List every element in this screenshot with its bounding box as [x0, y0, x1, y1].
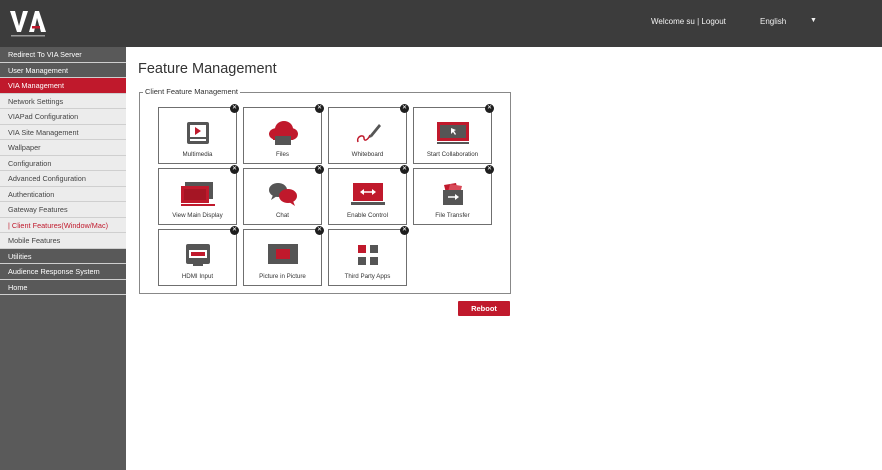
feature-label: Files: [275, 151, 290, 158]
sidebar-item[interactable]: | Client Features(Window/Mac): [0, 217, 126, 233]
close-icon[interactable]: ✕: [400, 104, 409, 113]
enable-control-icon: [350, 181, 386, 212]
feature-label: Multimedia: [182, 151, 213, 158]
feature-label: Chat: [275, 212, 290, 219]
top-bar: Welcome su | Logout English ▼: [0, 0, 882, 47]
sidebar: Redirect To VIA Server User Management VIA…: [0, 47, 126, 470]
close-icon[interactable]: ✕: [315, 104, 324, 113]
main-content: Feature Management Client Feature Manage…: [126, 47, 882, 470]
sidebar-item[interactable]: User Management: [0, 62, 126, 78]
via-logo: [10, 11, 46, 37]
close-icon[interactable]: ✕: [230, 165, 239, 174]
sidebar-item[interactable]: Redirect To VIA Server: [0, 47, 126, 63]
sidebar-item[interactable]: Audience Response System: [0, 264, 126, 280]
feature-label: Start Collaboration: [426, 151, 479, 158]
feature-tile[interactable]: File Transfer ✕: [413, 165, 494, 225]
feature-tile[interactable]: View Main Display ✕: [158, 165, 239, 225]
feature-tile[interactable]: Start Collaboration ✕: [413, 104, 494, 164]
feature-tile[interactable]: Whiteboard ✕: [328, 104, 409, 164]
sidebar-item[interactable]: Utilities: [0, 248, 126, 264]
close-icon[interactable]: ✕: [485, 104, 494, 113]
picture-in-picture-icon: [266, 242, 300, 273]
panel-legend: Client Feature Management: [143, 87, 240, 96]
page-title: Feature Management: [138, 61, 277, 77]
sidebar-item[interactable]: VIA Site Management: [0, 124, 126, 140]
feature-tile[interactable]: Chat ✕: [243, 165, 324, 225]
collaboration-screen-icon: [435, 120, 471, 151]
sidebar-item[interactable]: Configuration: [0, 155, 126, 171]
third-party-apps-icon: [355, 242, 381, 273]
sidebar-item[interactable]: Network Settings: [0, 93, 126, 109]
logout-link[interactable]: Logout: [701, 17, 725, 26]
feature-tile[interactable]: HDMI Input ✕: [158, 226, 239, 286]
feature-label: Whiteboard: [351, 151, 384, 158]
main-display-icon: [179, 181, 217, 212]
feature-tile[interactable]: Files ✕: [243, 104, 324, 164]
welcome-area: Welcome su | Logout: [651, 17, 726, 26]
sidebar-item[interactable]: Advanced Configuration: [0, 171, 126, 187]
feature-label: View Main Display: [172, 212, 223, 219]
feature-label: Enable Control: [347, 212, 388, 219]
close-icon[interactable]: ✕: [230, 226, 239, 235]
sidebar-item[interactable]: VIAPad Configuration: [0, 109, 126, 125]
sidebar-item[interactable]: VIA Management: [0, 78, 126, 94]
feature-label: File Transfer: [435, 212, 470, 219]
feature-tile[interactable]: Third Party Apps ✕: [328, 226, 409, 286]
hdmi-input-icon: [183, 242, 213, 273]
chat-bubbles-icon: [267, 181, 299, 212]
feature-label: Picture in Picture: [259, 273, 306, 280]
sidebar-menu: Redirect To VIA Server User Management VIA…: [0, 47, 126, 295]
whiteboard-pen-icon: [354, 120, 382, 151]
feature-tile[interactable]: Enable Control ✕: [328, 165, 409, 225]
feature-label: Third Party Apps: [344, 273, 391, 280]
sidebar-item[interactable]: Authentication: [0, 186, 126, 202]
close-icon[interactable]: ✕: [230, 104, 239, 113]
sidebar-item[interactable]: Gateway Features: [0, 202, 126, 218]
close-icon[interactable]: ✕: [315, 226, 324, 235]
language-select[interactable]: English: [760, 17, 786, 26]
welcome-text: Welcome su: [651, 17, 695, 26]
feature-tile[interactable]: Picture in Picture ✕: [243, 226, 324, 286]
close-icon[interactable]: ✕: [485, 165, 494, 174]
welcome-separator: |: [697, 17, 700, 26]
close-icon[interactable]: ✕: [400, 226, 409, 235]
reboot-button[interactable]: Reboot: [458, 301, 510, 316]
client-feature-panel: Client Feature Management Multimedia ✕ Fil…: [139, 87, 511, 294]
sidebar-item[interactable]: Wallpaper: [0, 140, 126, 156]
close-icon[interactable]: ✕: [400, 165, 409, 174]
close-icon[interactable]: ✕: [315, 165, 324, 174]
multimedia-icon: [185, 120, 211, 151]
chevron-down-icon[interactable]: ▼: [810, 17, 817, 24]
cloud-files-icon: [267, 120, 299, 151]
feature-tile[interactable]: Multimedia ✕: [158, 104, 239, 164]
file-transfer-icon: [438, 181, 468, 212]
sidebar-item[interactable]: Mobile Features: [0, 233, 126, 249]
feature-label: HDMI Input: [181, 273, 214, 280]
sidebar-item[interactable]: Home: [0, 279, 126, 295]
